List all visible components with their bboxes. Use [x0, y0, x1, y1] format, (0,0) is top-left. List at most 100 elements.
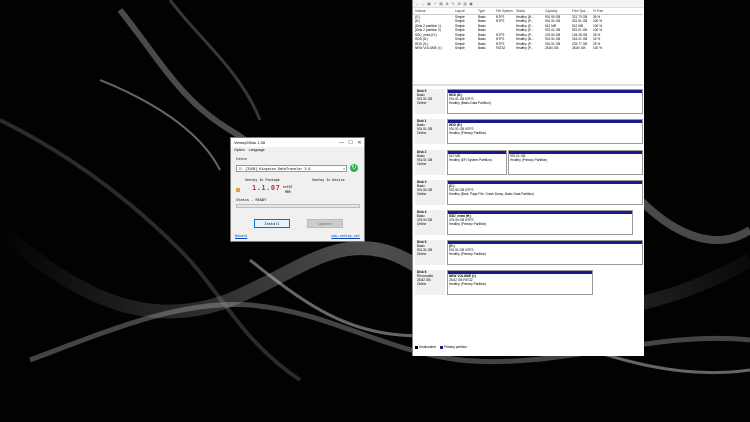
table-cell: Basic [478, 46, 486, 50]
disk-state: Online [417, 162, 427, 166]
back-icon[interactable]: ← [415, 2, 419, 6]
column-header[interactable]: Capacity [545, 9, 572, 14]
partition-status: Healthy (Primary Partition) [449, 252, 487, 256]
device-select-value: I: [32GB] Kingston DataTraveler 3.0 [239, 167, 311, 171]
partition-block[interactable]: HDD (E:) 931.51 GB NTFS Healthy (Primary P… [447, 119, 643, 144]
website-link[interactable]: www.ventoy.net [331, 234, 360, 238]
ventoy-window-title: Ventoy2Disk 1.08 [234, 140, 266, 145]
disk-label[interactable]: Disk 0 Basic 931.51 GB Online [415, 89, 445, 114]
disk-label[interactable]: Disk 6 Removable 28.82 GB Online [415, 270, 445, 295]
properties-icon[interactable]: ▣ [469, 2, 473, 6]
legend-item-unallocated: Unallocated [415, 345, 436, 349]
disk-row[interactable]: Disk 1 Basic 931.51 GB Online HDD (E:) 931.51… [415, 119, 643, 144]
ventoy-in-device-label: Ventoy In Device [312, 178, 345, 182]
column-header[interactable]: % Free [593, 9, 613, 14]
disk-label[interactable]: Disk 2 Basic 931.51 GB Online [415, 150, 445, 175]
donate-link[interactable]: Donate [235, 234, 247, 238]
unallocated-swatch [415, 345, 418, 349]
status-text: Status - READY [236, 198, 267, 202]
table-cell: FAT32 [496, 46, 506, 50]
minimize-button[interactable]: — [337, 140, 346, 146]
update-button[interactable]: Update [307, 219, 343, 228]
partition-block[interactable]: HDD (D:) 931.51 GB NTFS Healthy (Basic Dat… [447, 89, 643, 114]
disk-row[interactable]: Disk 4 Basic 476.94 GB Online SSD_extra (H:)… [415, 210, 643, 235]
partition-block[interactable]: (C:) 931.50 GB NTFS Healthy (Boot, Page Fi… [447, 180, 643, 205]
package-version: 1.1.07 [252, 184, 281, 192]
column-header[interactable]: Free Spa... [572, 9, 593, 14]
list-view-icon[interactable]: ▤ [439, 2, 443, 6]
partition-status: Healthy (Boot, Page File, Crash Dump, Ba… [449, 192, 535, 196]
partition-block[interactable]: 931.01 GB Healthy (Primary Partition) [508, 150, 643, 175]
primary-swatch [439, 345, 443, 349]
disk-state: Online [417, 252, 427, 256]
volume-table-body: (C:) Simple Basic NTFS Healthy (B... 931.50 G… [413, 15, 643, 51]
disk-state: Online [417, 192, 427, 196]
disk-state: Online [417, 131, 427, 135]
partition-style-info: exFAT MBR [283, 185, 293, 194]
partition-status: Healthy (Primary Partition) [449, 131, 487, 135]
disk-row[interactable]: Disk 2 Basic 931.51 GB Online 512 MB Healthy … [415, 150, 643, 175]
menu-option[interactable]: Option [234, 148, 245, 152]
partition-status: Healthy (Primary Partition) [449, 222, 487, 226]
partition-status: Healthy (Primary Partition) [510, 158, 548, 162]
install-button[interactable]: Install [254, 219, 290, 228]
pane-splitter[interactable] [413, 84, 643, 86]
disk-row[interactable]: Disk 6 Removable 28.82 GB Online NEW VOLUME … [415, 270, 643, 295]
table-cell: Healthy (P... [516, 46, 534, 50]
disk-label[interactable]: Disk 3 Basic 931.50 GB Online [415, 180, 445, 205]
disk-row[interactable]: Disk 3 Basic 931.50 GB Online (C:) 931.50 GB … [415, 180, 643, 205]
chevron-down-icon: ▾ [342, 167, 345, 171]
ventoy-titlebar: Ventoy2Disk 1.08 — ☐ ✕ [231, 138, 364, 147]
column-header[interactable]: Volume [413, 9, 455, 14]
table-cell: 100 % [593, 46, 603, 50]
partition-block[interactable]: 512 MB Healthy (EFI System Partition) [447, 150, 507, 175]
disk-management-window: ← → ▦ ? ▤ ⚙ ✎ ⊞ ▥ ▣ Volume Layout Type F… [412, 0, 644, 356]
table-row[interactable]: NEW VOLUME (I:) Simple Basic FAT32 Healthy (… [413, 46, 643, 51]
settings-icon[interactable]: ⚙ [445, 2, 449, 6]
add-icon[interactable]: ⊞ [457, 2, 461, 6]
menu-language[interactable]: Language [249, 148, 265, 152]
table-cell: 28.80 GB [545, 46, 559, 50]
legend: Unallocated Primary partition [415, 345, 467, 349]
maximize-button[interactable]: ☐ [346, 140, 355, 146]
ventoy-in-package-label: Ventoy In Package [245, 178, 280, 182]
disk-state: Online [417, 101, 427, 105]
edit-icon[interactable]: ✎ [451, 2, 455, 6]
disk-label[interactable]: Disk 4 Basic 476.94 GB Online [415, 210, 445, 235]
disk-state: Online [417, 222, 427, 226]
partition-style: MBR [284, 189, 291, 194]
partition-status: Healthy (Basic Data Partition) [449, 101, 491, 105]
table-cell: 28.80 GB [572, 46, 586, 50]
disk-label[interactable]: Disk 5 Basic 931.51 GB Online [415, 240, 445, 265]
table-cell: NEW VOLUME (I:) [415, 46, 442, 50]
ventoy-menubar: Option Language [231, 147, 364, 153]
disk-row[interactable]: Disk 0 Basic 931.51 GB Online HDD (D:) 931.51… [415, 89, 643, 114]
progress-bar [236, 204, 360, 208]
close-button[interactable]: ✕ [355, 140, 364, 146]
help-icon[interactable]: ? [433, 2, 437, 6]
disk-row[interactable]: Disk 5 Basic 931.51 GB Online (G:) 931.51 GB … [415, 240, 643, 265]
filesystem-type: exFAT [283, 185, 293, 189]
forward-icon[interactable]: → [421, 2, 425, 6]
columns-icon[interactable]: ▥ [463, 2, 467, 6]
secure-boot-lock-icon [236, 188, 240, 192]
refresh-icon[interactable]: ↻ [350, 164, 358, 172]
console-tree-icon[interactable]: ▦ [427, 2, 431, 6]
device-label: Device [236, 157, 247, 161]
disk-state: Online [417, 282, 427, 286]
table-cell: Simple [455, 46, 465, 50]
column-header[interactable]: File System [496, 9, 516, 14]
partition-status: Healthy (EFI System Partition) [449, 158, 492, 162]
column-header[interactable]: Layout [455, 9, 478, 14]
device-select[interactable]: I: [32GB] Kingston DataTraveler 3.0 ▾ [236, 165, 347, 172]
ventoy-window: Ventoy2Disk 1.08 — ☐ ✕ Option Language D… [230, 137, 365, 242]
partition-block[interactable]: NEW VOLUME (I:) 28.82 GB FAT32 Healthy (Pr… [447, 270, 593, 295]
partition-status: Healthy (Primary Partition) [449, 282, 487, 286]
partition-block[interactable]: (G:) 931.51 GB NTFS Healthy (Primary Parti… [447, 240, 643, 265]
partition-block[interactable]: SSD_extra (H:) 476.94 GB NTFS Healthy (Pri… [447, 210, 633, 235]
dm-toolbar: ← → ▦ ? ▤ ⚙ ✎ ⊞ ▥ ▣ [413, 0, 644, 8]
legend-label: Unallocated [419, 345, 436, 349]
column-header[interactable]: Status [516, 9, 545, 14]
disk-label[interactable]: Disk 1 Basic 931.51 GB Online [415, 119, 445, 144]
column-header[interactable]: Type [478, 9, 496, 14]
